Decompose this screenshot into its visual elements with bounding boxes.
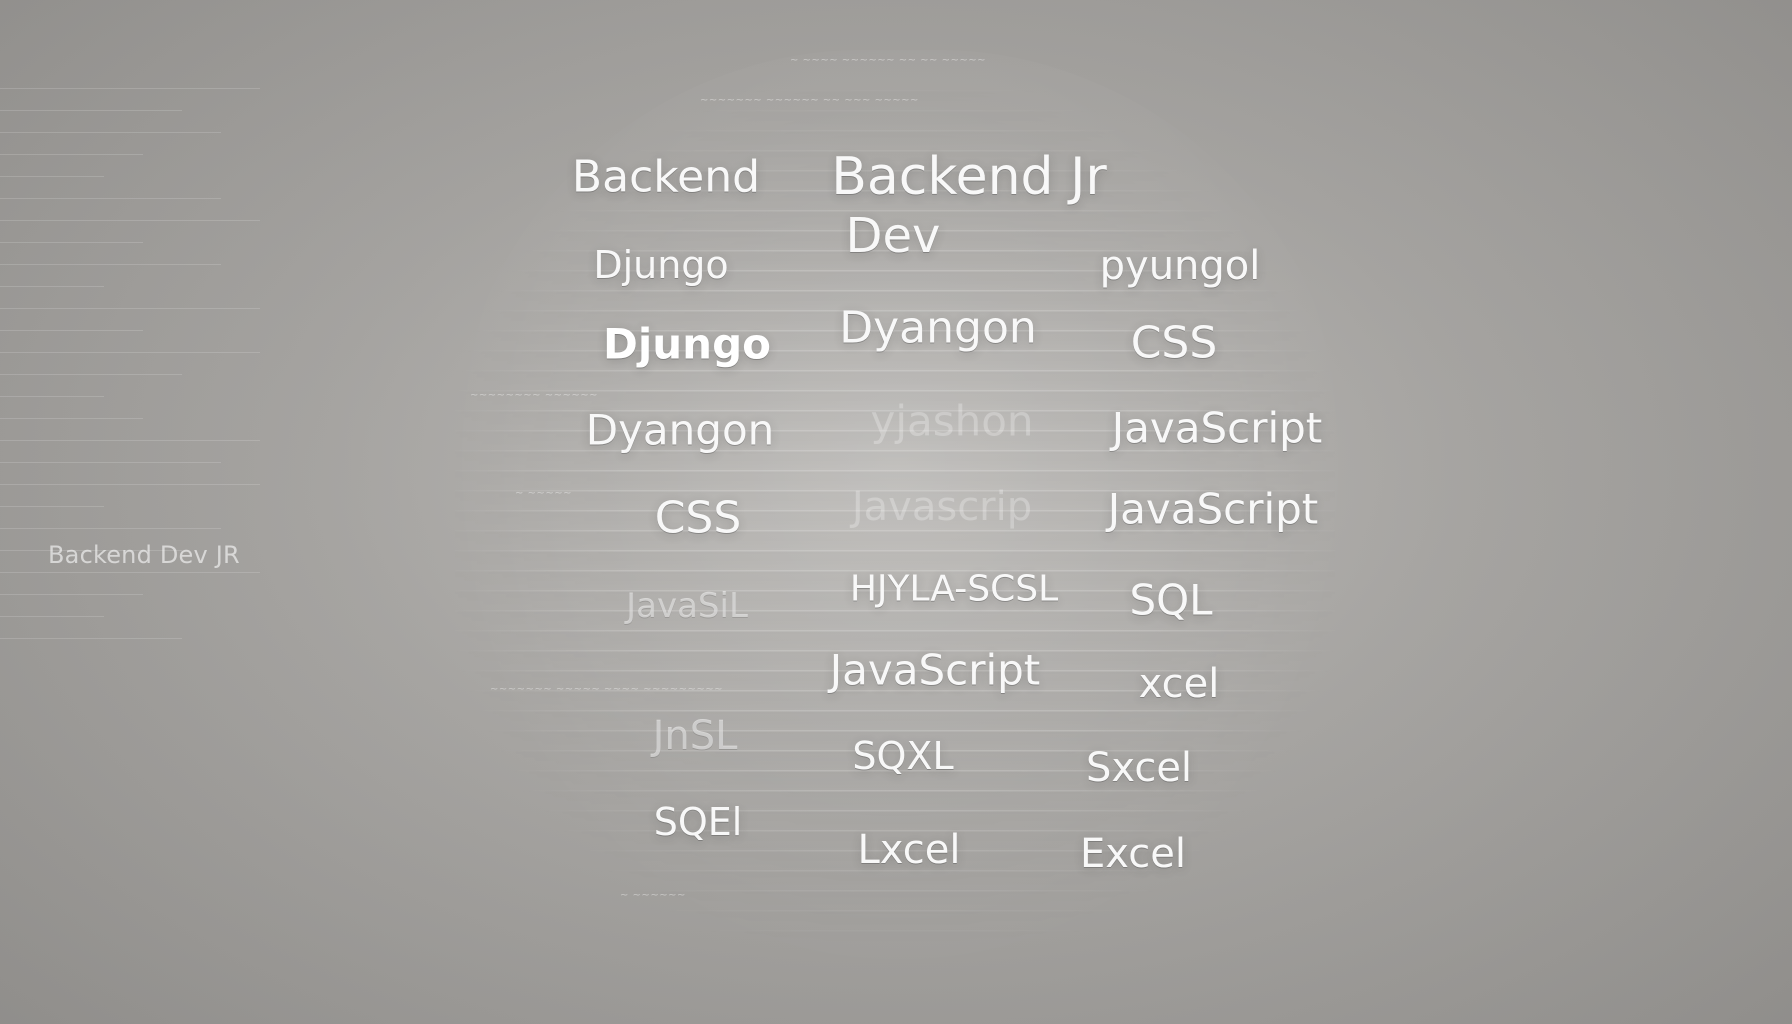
grid-item: HJYLA-SCSL — [849, 568, 1059, 610]
grid-item: SQEl — [653, 800, 743, 844]
grid-item: CSS — [1130, 317, 1218, 369]
bottom-noise: ~~~~~~~ ~~~~~ ~~~~ ~~~~~~~~~ — [490, 684, 724, 695]
grid-item: pyungol — [1099, 243, 1261, 289]
grid-item: JavaScript — [1107, 484, 1319, 534]
bottom-noise-2: ~ ~~~~~~ — [620, 890, 686, 901]
top-noise: ~ ~~~~ ~~~~~~ ~~ ~~ ~~~~~ — [790, 55, 986, 66]
grid-item: SQL — [1129, 575, 1213, 625]
grid-item: CSS — [654, 492, 742, 544]
grid-item: Djungo — [603, 319, 771, 369]
grid-item: Djungo — [593, 243, 729, 287]
grid-item: xcel — [1138, 661, 1220, 707]
grid-item: Backend — [571, 151, 761, 203]
grid-item: JavaScript — [829, 645, 1041, 695]
grid-item: Dyangon — [585, 405, 775, 455]
grid-item: JnSL — [652, 713, 738, 759]
grid-item: Dyangon — [839, 302, 1037, 354]
grid-item: Javascrip — [851, 484, 1033, 530]
grid-item: JavaSiL — [626, 586, 748, 626]
grid-item: Excel — [1080, 831, 1186, 877]
left-backend-label: Backend Dev JR — [48, 541, 240, 569]
grid-item: SQXL — [852, 734, 954, 778]
grid-item: yjashon — [870, 396, 1034, 446]
top-noise-2: ~~~~~~~ ~~~~~~ ~~ ~~~ ~~~~~ — [700, 95, 919, 106]
grid-item: Backend Jr — [831, 147, 1107, 207]
grid-item: JavaScript — [1111, 403, 1323, 453]
left-noise-2: ~ ~~~~~ — [515, 488, 572, 499]
left-noise: ~~~~~~~~ ~~~~~~ — [470, 390, 598, 401]
grid-item: Sxcel — [1085, 745, 1193, 791]
grid-item: Dev — [845, 208, 941, 264]
grid-item: Lxcel — [857, 827, 961, 873]
